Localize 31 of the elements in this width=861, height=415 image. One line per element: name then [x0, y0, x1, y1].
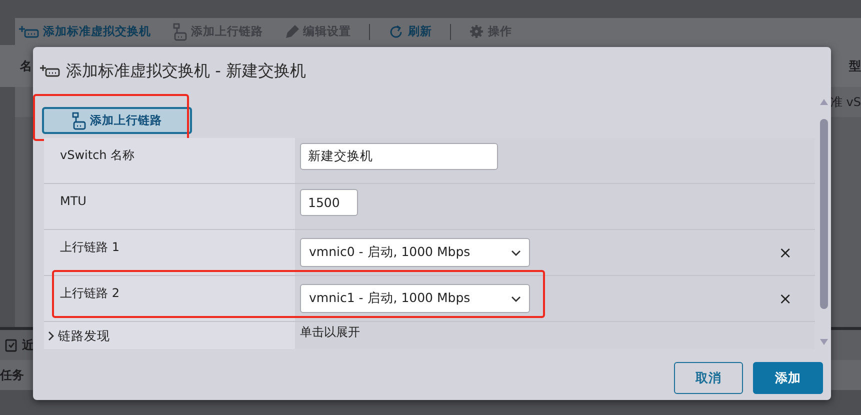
chevron-down-icon — [511, 296, 521, 302]
refresh-icon — [388, 24, 404, 40]
panel-title: 近 — [22, 337, 34, 354]
expander-toggle[interactable]: 链路发现 — [46, 327, 110, 346]
field-label: MTU — [60, 194, 86, 208]
dialog-title: 添加标准虚拟交换机 - 新建交换机 — [66, 60, 306, 82]
column-header: 名 — [20, 58, 32, 75]
remove-button[interactable]: × — [776, 290, 794, 306]
cancel-button[interactable]: 取消 — [674, 362, 743, 394]
chevron-down-icon — [511, 250, 521, 256]
chevron-right-icon — [46, 331, 56, 342]
add-button[interactable]: 添加 — [753, 362, 823, 394]
field-label: 上行链路 2 — [60, 286, 120, 300]
gear-icon — [469, 24, 484, 39]
uplink-icon — [72, 112, 86, 130]
table-cell-text: 准 vS — [830, 94, 861, 111]
pencil-icon — [285, 24, 299, 38]
uplink-dropdown[interactable]: vmnic1 - 启动, 1000 Mbps — [300, 284, 530, 313]
text-field[interactable]: 新建交换机 — [300, 143, 498, 170]
uplink-icon — [173, 22, 187, 40]
hint-text: 单击以展开 — [300, 324, 360, 340]
remove-button[interactable]: × — [776, 244, 794, 260]
text-field[interactable]: 1500 — [300, 189, 358, 216]
add-uplink-button[interactable]: 添加上行链路 — [42, 107, 192, 134]
clipboard-icon — [4, 338, 18, 352]
uplink-dropdown[interactable]: vmnic0 - 启动, 1000 Mbps — [300, 238, 530, 267]
switch-add-icon — [40, 64, 60, 78]
switch-add-icon — [19, 24, 39, 38]
field-label: vSwitch 名称 — [60, 148, 135, 162]
column-header: 型 — [849, 58, 861, 75]
field-label: 上行链路 1 — [60, 240, 120, 254]
